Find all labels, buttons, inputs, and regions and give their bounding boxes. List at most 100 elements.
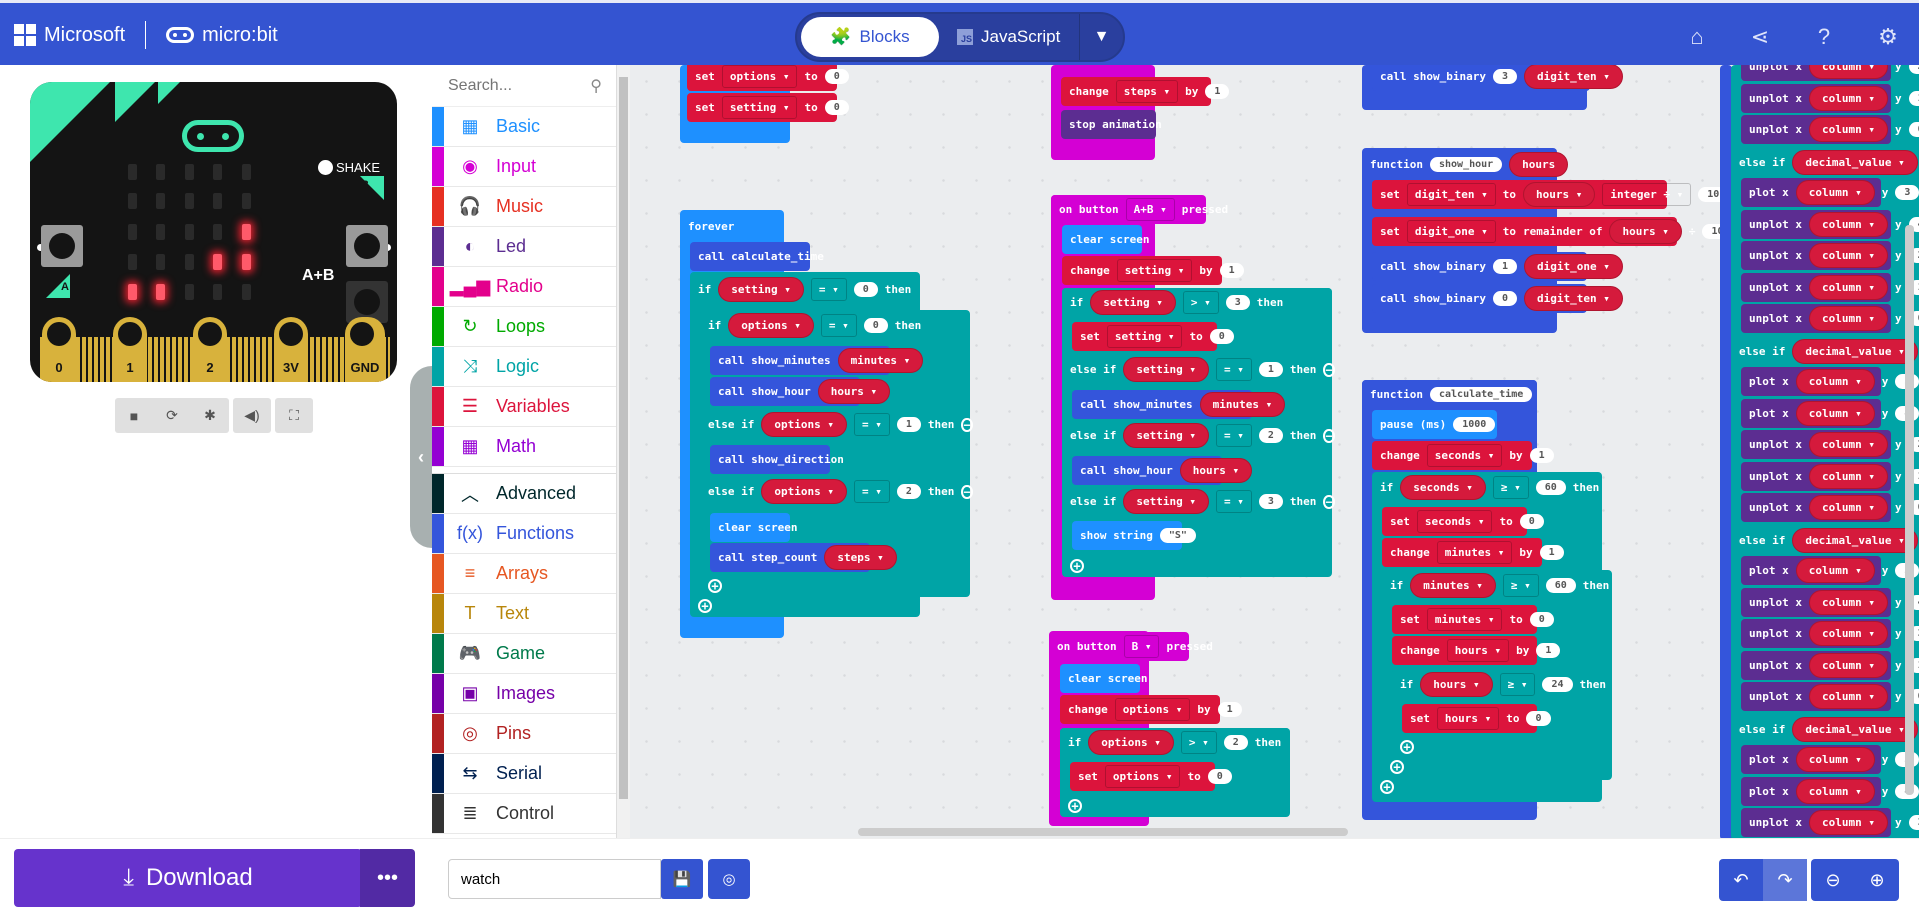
variable-reporter[interactable]: decimal_value ▾ xyxy=(1792,716,1918,742)
workspace-vertical-scrollbar[interactable] xyxy=(1905,225,1914,795)
operator-dropdown[interactable]: = ▾ xyxy=(1215,424,1252,447)
set-hours-block[interactable]: set hours ▾ to 0 xyxy=(1402,704,1551,733)
string-input[interactable]: "S" xyxy=(1159,528,1196,543)
set-seconds-block[interactable]: set seconds ▾ to 0 xyxy=(1382,507,1544,536)
else-if-setting-2[interactable]: else if setting ▾ = ▾ 2 then − xyxy=(1062,421,1335,450)
set-digit-one-block[interactable]: set digit_one ▾ to remainder of hours ▾ ÷ 10 xyxy=(1372,217,1733,246)
variable-reporter[interactable]: column ▾ xyxy=(1808,306,1888,331)
category-arrays[interactable]: ≡ Arrays xyxy=(432,554,616,594)
number-input[interactable]: 1 xyxy=(1529,448,1554,463)
number-input[interactable]: 1 xyxy=(1205,84,1230,99)
zoom-in-icon[interactable]: ⊕ xyxy=(1855,859,1899,901)
clear-screen-block[interactable]: clear screen xyxy=(710,513,797,542)
unplot-block[interactable]: unplot xcolumn ▾y1 xyxy=(1741,272,1919,302)
operator-dropdown[interactable]: > ▾ xyxy=(1180,731,1217,754)
if-setting-condition[interactable]: if setting ▾ = ▾ 0 then xyxy=(690,275,920,304)
remove-branch-icon[interactable]: − xyxy=(1323,362,1335,377)
tab-javascript[interactable]: JS JavaScript xyxy=(957,17,1077,57)
add-else-if-button[interactable]: + xyxy=(1060,795,1290,817)
remove-branch-icon[interactable]: − xyxy=(1323,428,1335,443)
variable-reporter[interactable]: minutes ▾ xyxy=(837,348,924,373)
number-input[interactable]: 1 xyxy=(1492,259,1517,274)
variable-reporter[interactable]: column ▾ xyxy=(1808,495,1888,520)
function-name-input[interactable]: calculate_time xyxy=(1429,387,1533,402)
remove-branch-icon[interactable]: − xyxy=(961,417,973,432)
variable-reporter[interactable]: column ▾ xyxy=(1808,117,1888,142)
download-button[interactable]: ⤓ Download xyxy=(14,849,362,907)
pin-3v[interactable]: 3V xyxy=(274,317,308,382)
category-loops[interactable]: ↻ Loops xyxy=(432,307,616,347)
if-hours-condition[interactable]: if hours ▾ ≥ ▾ 24 then xyxy=(1392,670,1612,699)
call-show-binary-block[interactable]: call show_binary 1 digit_one ▾ xyxy=(1372,252,1623,281)
if-options-condition[interactable]: if options ▾ = ▾ 0 then xyxy=(700,311,970,340)
variable-reporter[interactable]: column ▾ xyxy=(1808,589,1888,615)
variable-dropdown[interactable]: seconds ▾ xyxy=(1416,510,1493,533)
forever-hat[interactable]: forever xyxy=(680,212,784,241)
number-input[interactable]: 1 xyxy=(896,417,921,432)
else-if-options-2[interactable]: else if options ▾ = ▾ 2 then − xyxy=(700,477,973,506)
variable-reporter[interactable]: column ▾ xyxy=(1795,558,1875,583)
variable-reporter[interactable]: column ▾ xyxy=(1808,432,1888,457)
chevron-down-icon[interactable]: ▼ xyxy=(1079,14,1123,60)
unplot-block[interactable]: unplot xcolumn ▾y3 xyxy=(1741,808,1919,837)
variable-reporter[interactable]: setting ▾ xyxy=(1123,357,1209,382)
zoom-out-icon[interactable]: ⊖ xyxy=(1811,859,1855,901)
variable-reporter[interactable]: hours ▾ xyxy=(1420,672,1493,697)
unplot-block[interactable]: unplot xcolumn ▾y4 xyxy=(1741,587,1919,617)
category-variables[interactable]: ☰ Variables xyxy=(432,387,616,427)
variable-reporter[interactable]: column ▾ xyxy=(1808,621,1888,646)
number-input[interactable]: 0 xyxy=(824,100,849,115)
number-input[interactable]: 0 xyxy=(1526,711,1551,726)
fullscreen-icon[interactable]: ⛶ xyxy=(275,398,313,433)
variable-dropdown[interactable]: minutes ▾ xyxy=(1426,608,1503,631)
add-else-if-button[interactable]: + xyxy=(700,575,970,597)
add-else-if-button[interactable]: + xyxy=(1382,756,1612,778)
function-show-hour-header[interactable]: function show_hour hours xyxy=(1362,150,1569,179)
category-math[interactable]: ▦ Math xyxy=(432,427,616,467)
home-icon[interactable]: ⌂ xyxy=(1683,23,1711,51)
set-options-block[interactable]: set options ▾ to 0 xyxy=(687,65,849,91)
unplot-block[interactable]: unplot xcolumn ▾y0 xyxy=(1741,493,1919,522)
change-steps-block[interactable]: change steps ▾ by 1 xyxy=(1061,77,1230,106)
variable-reporter[interactable]: hours ▾ xyxy=(1609,219,1682,244)
operator-dropdown[interactable]: = ▾ xyxy=(810,278,847,301)
pin-2[interactable]: 2 xyxy=(193,317,227,382)
undo-icon[interactable]: ↶ xyxy=(1719,859,1763,901)
variable-reporter[interactable]: column ▾ xyxy=(1808,684,1888,709)
remove-branch-icon[interactable]: − xyxy=(961,484,973,499)
variable-dropdown[interactable]: digit_ten ▾ xyxy=(1406,183,1496,206)
variable-dropdown[interactable]: setting ▾ xyxy=(721,96,798,119)
button-b[interactable] xyxy=(346,225,388,267)
add-branch-icon[interactable]: + xyxy=(708,579,722,593)
variable-reporter[interactable]: digit_one ▾ xyxy=(1524,254,1623,279)
pause-block[interactable]: pause (ms) 1000 xyxy=(1372,410,1497,439)
operator-dropdown[interactable]: ≥ ▾ xyxy=(1499,673,1536,696)
add-else-if-button[interactable]: + xyxy=(1372,776,1602,798)
unplot-block[interactable]: unplot xcolumn ▾y2 xyxy=(1741,241,1919,270)
tab-blocks[interactable]: 🧩 Blocks xyxy=(801,17,939,57)
variable-reporter[interactable]: column ▾ xyxy=(1795,747,1875,772)
else-if-setting-1[interactable]: else if setting ▾ = ▾ 1 then − xyxy=(1062,355,1335,384)
set-minutes-block[interactable]: set minutes ▾ to 0 xyxy=(1392,605,1554,634)
variable-reporter[interactable]: decimal_value ▾ xyxy=(1792,527,1918,553)
number-input[interactable]: 1 xyxy=(1219,263,1244,278)
variable-reporter[interactable]: column ▾ xyxy=(1795,369,1875,394)
add-branch-icon[interactable]: + xyxy=(1070,559,1084,573)
unplot-block[interactable]: unplot xcolumn ▾y1 xyxy=(1741,461,1919,491)
settings-icon[interactable]: ⚙ xyxy=(1874,23,1902,51)
show-string-block[interactable]: show string "S" xyxy=(1072,521,1196,550)
add-branch-icon[interactable]: + xyxy=(698,599,712,613)
variable-reporter[interactable]: column ▾ xyxy=(1808,652,1888,678)
number-input[interactable]: 2 xyxy=(896,484,921,499)
call-step-count-block[interactable]: call step_count steps ▾ xyxy=(710,543,897,572)
variable-reporter[interactable]: setting ▾ xyxy=(1123,489,1209,514)
variable-reporter[interactable]: minutes ▾ xyxy=(1410,573,1496,598)
variable-reporter[interactable]: decimal_value ▾ xyxy=(1792,338,1918,364)
debug-icon[interactable]: ✱ xyxy=(191,398,229,433)
category-game[interactable]: 🎮 Game xyxy=(432,634,616,674)
share-icon[interactable]: ⋖ xyxy=(1746,23,1774,51)
variable-reporter[interactable]: column ▾ xyxy=(1808,65,1888,79)
workspace-horizontal-scrollbar[interactable] xyxy=(858,828,1348,836)
parameter-reporter[interactable]: hours xyxy=(1509,152,1569,177)
operator-dropdown[interactable]: integer ÷ ▾ xyxy=(1602,183,1692,206)
